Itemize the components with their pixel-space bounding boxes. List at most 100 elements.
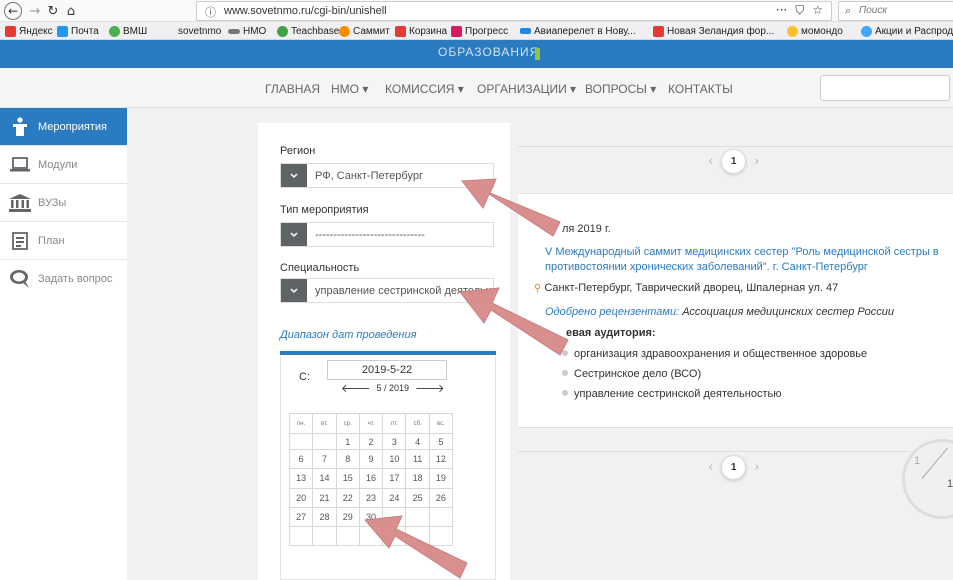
bookmark-progress[interactable]: Прогресс [451,24,508,38]
calendar-day[interactable]: 29 [335,506,360,528]
bookmark-mail[interactable]: Почта [57,24,99,38]
calendar-day[interactable]: 11 [405,448,430,470]
region-select[interactable]: РФ, Санкт-Петербург [280,163,494,188]
link-icon [228,28,240,34]
prev-month-icon[interactable]: 🡐 [341,381,371,395]
calendar-day[interactable]: 15 [335,468,360,489]
nav-commission[interactable]: КОМИССИЯ ▾ [385,82,464,96]
site-search-input[interactable] [820,75,950,101]
calendar-day[interactable]: 14 [312,468,337,489]
forward-arrow-icon[interactable]: → [26,2,44,20]
event-type-toggle[interactable] [281,223,307,246]
sidebar-item-ask[interactable]: Задать вопрос [0,260,127,298]
calendar-day[interactable]: 10 [382,448,407,470]
page-number[interactable]: 1 [721,149,747,174]
bookmark-vmsh[interactable]: ВМШ [109,24,147,38]
calendar-day[interactable] [335,526,360,547]
event-title-link[interactable]: V Международный саммит медицинских сесте… [545,245,953,275]
calendar-day[interactable]: 3 [382,433,407,450]
calendar-day[interactable]: 27 [288,506,314,528]
nav-home[interactable]: ГЛАВНАЯ [265,82,320,96]
calendar-day[interactable] [312,433,337,450]
bookmark-sovetnmo[interactable]: sovetnmo [178,24,221,38]
from-date-input[interactable]: 2019-5-22 [327,360,447,380]
pocket-icon[interactable]: ⛉ [795,3,804,18]
calendar-day[interactable] [428,526,454,547]
calendar-day[interactable]: 21 [312,487,337,508]
calendar-day[interactable]: 12 [428,448,454,470]
star-icon[interactable]: ☆ [812,3,823,18]
nav-contacts[interactable]: КОНТАКТЫ [668,82,733,96]
calendar-day[interactable] [382,506,407,528]
calendar-day[interactable]: 17 [382,468,407,489]
calendar-day[interactable]: 1 [335,433,360,450]
chevron-left-icon[interactable]: ‹ [708,460,713,475]
nav-organizations[interactable]: ОРГАНИЗАЦИИ ▾ [477,82,576,96]
bookmark-teachbase[interactable]: Teachbase [277,24,339,38]
calendar-day[interactable] [382,526,407,547]
calendar-day[interactable]: 30 [358,506,384,528]
specialty-toggle[interactable] [281,279,307,302]
url-bar[interactable]: ⓘ www.sovetnmo.ru/cgi-bin/unishell ··· ⛉… [196,1,832,21]
calendar-day[interactable]: 19 [428,468,454,489]
bookmark-new-zealand[interactable]: Новая Зеландия фор... [653,24,774,38]
browser-search-input[interactable]: ⌕ Поиск [838,1,953,21]
calendar-day[interactable]: 18 [405,468,430,489]
reload-icon[interactable]: ↻ [44,2,62,20]
calendar-day[interactable] [288,433,314,450]
specialty-value: управление сестринской деятельностью [315,285,491,297]
calendar-day[interactable] [405,526,430,547]
calendar-day[interactable]: 7 [312,448,337,470]
bookmark-nmo[interactable]: НМО [228,24,266,38]
chevron-right-icon[interactable]: › [754,460,759,475]
bookmark-yandex[interactable]: Яндекс [5,24,53,38]
calendar-day[interactable] [288,526,314,547]
calendar-day[interactable] [405,506,430,528]
sidebar-item-modules[interactable]: Модули [0,146,127,184]
calendar-day[interactable]: 26 [428,487,454,508]
specialty-select[interactable]: управление сестринской деятельностью [280,278,494,303]
calendar-day[interactable]: 8 [335,448,360,470]
more-icon[interactable]: ··· [776,3,787,18]
chevron-right-icon[interactable]: › [754,154,759,169]
info-icon[interactable]: ⓘ [205,4,216,20]
calendar-day[interactable] [358,526,384,547]
nav-questions[interactable]: ВОПРОСЫ ▾ [585,82,656,96]
chevron-left-icon[interactable]: ‹ [708,154,713,169]
back-arrow-icon[interactable]: ← [4,2,22,20]
calendar-day[interactable]: 9 [358,448,384,470]
calendar-day[interactable]: 4 [405,433,430,450]
calendar-day[interactable]: 24 [382,487,407,508]
page-number[interactable]: 1 [721,455,747,480]
plane-icon [520,28,531,34]
sidebar-item-events[interactable]: Мероприятия [0,108,127,146]
bookmark-sales[interactable]: Акции и Распродажи [861,24,953,38]
calendar-grid: пн. вт. ср. чт. пт. сб. вс. 1 2 3 4 5 6 … [288,413,454,547]
calendar-day[interactable]: 5 [428,433,454,450]
bookmark-momondo[interactable]: момондо [787,24,843,38]
date-range-label[interactable]: Диапазон дат проведения [280,329,416,341]
calendar-day[interactable]: 6 [288,448,314,470]
calendar-day[interactable]: 13 [288,468,314,489]
sidebar-item-plan[interactable]: План [0,222,127,260]
bookmark-cart[interactable]: Корзина [395,24,447,38]
calendar-day[interactable] [428,506,454,528]
region-toggle[interactable] [281,164,307,187]
home-icon[interactable]: ⌂ [62,2,80,20]
bookmark-summit[interactable]: Саммит [339,24,390,38]
approved-label: Одобрено рецензентами: [545,306,680,318]
calendar-day[interactable] [312,526,337,547]
event-type-select[interactable]: ------------------------------ [280,222,494,247]
nav-nmo[interactable]: НМО ▾ [331,82,368,96]
person-podium-icon [9,116,31,137]
calendar-day[interactable]: 23 [358,487,384,508]
calendar-day-selected[interactable]: 22 [335,487,360,508]
calendar-day[interactable]: 2 [358,433,384,450]
calendar-day[interactable]: 16 [358,468,384,489]
sidebar-item-universities[interactable]: ВУЗы [0,184,127,222]
calendar-day[interactable]: 28 [312,506,337,528]
next-month-icon[interactable]: 🡒 [415,381,445,395]
calendar-day[interactable]: 20 [288,487,314,508]
calendar-day[interactable]: 25 [405,487,430,508]
bookmark-flight[interactable]: Авиаперелет в Нову... [520,24,636,38]
